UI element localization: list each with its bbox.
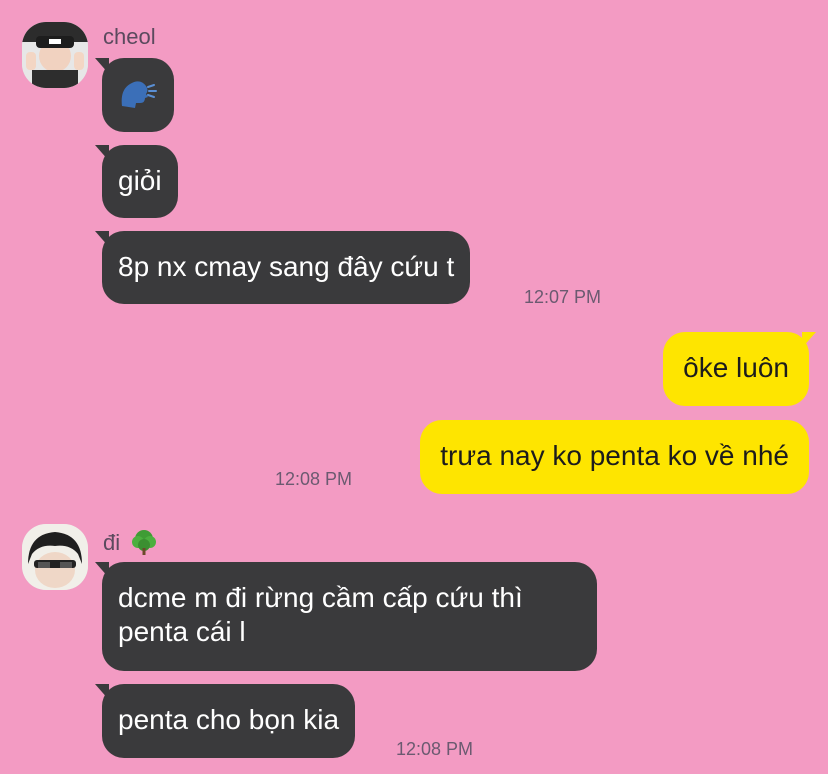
bubble-tail — [95, 58, 109, 74]
message-bubble[interactable]: giỏi — [95, 145, 178, 218]
message-text: ôke luôn — [683, 352, 789, 383]
message-bubble-emoji[interactable] — [95, 58, 174, 132]
message-text: 8p nx cmay sang đây cứu t — [118, 251, 455, 282]
message-bubble[interactable]: 8p nx cmay sang đây cứu t — [95, 231, 471, 304]
message-text: giỏi — [118, 165, 162, 196]
avatar-di[interactable] — [22, 524, 88, 590]
bubble-tail — [802, 332, 816, 348]
avatar-image — [22, 22, 88, 88]
bubble-tail — [95, 562, 109, 578]
message-bubble-outgoing[interactable]: ôke luôn — [663, 332, 816, 406]
message-timestamp: 12:07 PM — [524, 287, 602, 307]
message-bubble[interactable]: dcme m đi rừng cầm cấp cứu thì penta cái… — [95, 562, 597, 671]
sender-name-cheol: cheol — [103, 24, 156, 49]
bubble-tail — [95, 145, 109, 161]
message-text: trưa nay ko penta ko về nhé — [440, 440, 789, 471]
message-bubble[interactable]: penta cho bọn kia — [95, 684, 356, 758]
sender-name-di: đi — [103, 528, 158, 556]
sender-name-text: đi — [103, 530, 121, 555]
avatar-image — [22, 524, 88, 590]
speaking-head-emoji-icon — [121, 81, 157, 108]
message-bubble-outgoing[interactable]: trưa nay ko penta ko về nhé — [420, 420, 809, 494]
message-timestamp: 12:08 PM — [275, 469, 353, 489]
green-tree-icon — [132, 530, 157, 555]
bubble-tail — [95, 231, 109, 247]
message-text: dcme m đi rừng cầm cấp cứu thì penta cái… — [118, 582, 523, 647]
message-timestamp: 12:08 PM — [396, 739, 474, 759]
avatar-cheol[interactable] — [22, 22, 88, 88]
message-text: penta cho bọn kia — [118, 704, 340, 735]
bubble-tail — [95, 684, 109, 700]
